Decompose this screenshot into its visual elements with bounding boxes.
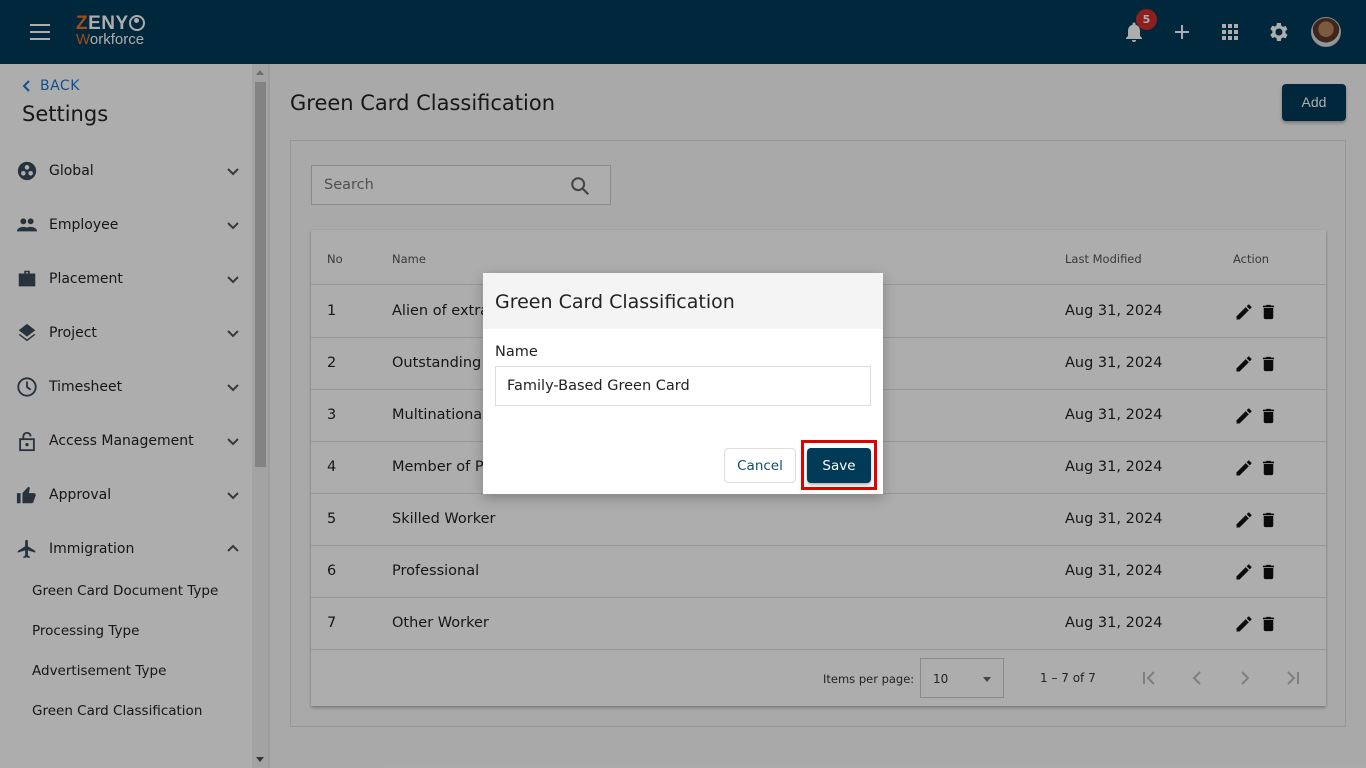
save-button[interactable]: Save	[807, 448, 871, 483]
name-field-label: Name	[495, 344, 538, 360]
classification-dialog: Green Card Classification Name Cancel Sa…	[483, 273, 883, 494]
cancel-button[interactable]: Cancel	[724, 448, 796, 483]
dialog-title: Green Card Classification	[483, 273, 883, 329]
name-input[interactable]	[495, 366, 871, 406]
